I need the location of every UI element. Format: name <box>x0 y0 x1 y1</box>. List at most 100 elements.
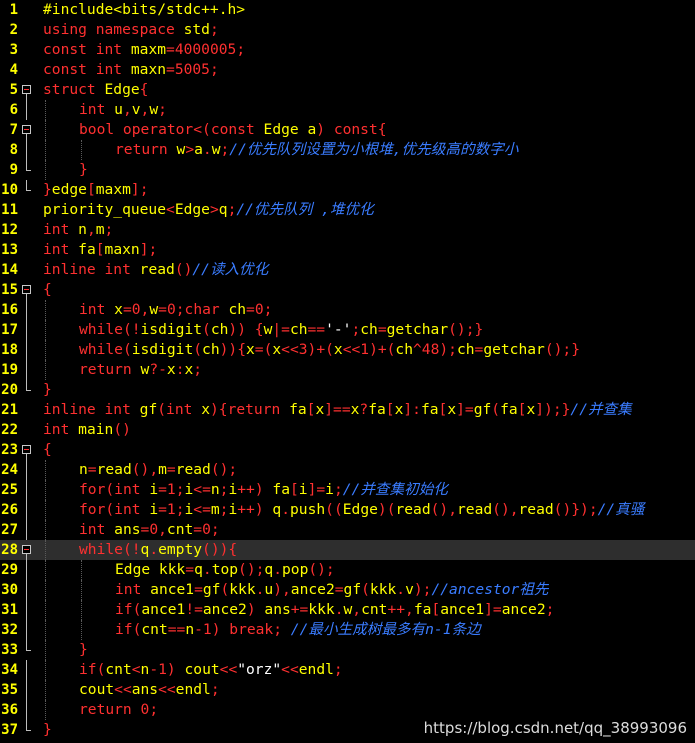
line-number: 13 <box>1 242 18 258</box>
code-line[interactable]: 26 for(int i=1;i<=m;i++) q.push((Edge)(re… <box>0 500 695 520</box>
operator-token: ; <box>545 601 555 618</box>
code-line[interactable]: 17 while(!isdigit(ch)) {w|=ch=='-';ch=get… <box>0 320 695 340</box>
code-line[interactable]: 9} <box>0 160 695 180</box>
code-line[interactable]: 1 #include<bits/stdc++.h> <box>0 0 695 20</box>
line-number: 20 <box>1 382 18 398</box>
identifier-token: x <box>114 301 123 318</box>
operator-token: += <box>290 601 309 618</box>
identifier-token: read <box>395 501 431 518</box>
code-line[interactable]: 24 n=read(),m=read(); <box>0 460 695 480</box>
identifier-token: ans <box>264 601 291 618</box>
keyword-token: int <box>114 481 150 498</box>
indent-guide <box>45 340 46 360</box>
identifier-token: fa <box>420 401 439 418</box>
code-line[interactable]: 13 int fa[maxn]; <box>0 240 695 260</box>
code-line[interactable]: 10}edge[maxm]; <box>0 180 695 200</box>
code-line[interactable]: 31 if(ance1!=ance2) ans+=kkk.w,cnt++,fa[a… <box>0 600 695 620</box>
operator-token: == <box>307 321 326 338</box>
operator-token: )) { <box>228 321 264 338</box>
code-text: } <box>43 720 52 740</box>
code-line[interactable]: 28 while(!q.empty()){ <box>0 540 695 560</box>
operator-token: { <box>139 81 149 98</box>
operator-token: < <box>166 201 175 218</box>
identifier-token: i <box>184 501 194 518</box>
identifier-token: std <box>183 21 210 38</box>
fold-collapse-icon[interactable] <box>22 540 32 560</box>
code-line[interactable]: 6 int u,v,w; <box>0 100 695 120</box>
operator-token: ( <box>361 581 370 598</box>
code-line[interactable]: 2 using namespace std; <box>0 20 695 40</box>
operator-token: ? <box>359 401 369 418</box>
fold-guide-line <box>22 560 32 580</box>
fold-collapse-icon[interactable] <box>22 440 32 460</box>
code-line[interactable]: 12 int n,m; <box>0 220 695 240</box>
code-line[interactable]: 5 struct Edge{ <box>0 80 695 100</box>
line-number: 2 <box>9 22 18 38</box>
line-number: 23 <box>1 442 18 458</box>
identifier-token: ch <box>289 321 308 338</box>
operator-token: ( <box>491 401 501 418</box>
code-line[interactable]: 29 Edge kkk=q.top();q.pop(); <box>0 560 695 580</box>
operator-token: << <box>114 681 132 698</box>
code-line[interactable]: 8 return w>a.w;//优先队列设置为小根堆,优先级高的数字小 <box>0 140 695 160</box>
code-line[interactable]: 32 if(cnt==n-1) break; //最小生成树最多有n-1条边 <box>0 620 695 640</box>
code-line[interactable]: 7 bool operator<(const Edge a) const{ <box>0 120 695 140</box>
indent-guide <box>81 560 82 580</box>
code-line[interactable]: 35 cout<<ans<<endl; <box>0 680 695 700</box>
operator-token: > <box>209 201 219 218</box>
operator-token: ; <box>263 301 273 318</box>
operator-token: . <box>202 141 212 158</box>
line-number: 36 <box>1 702 18 718</box>
identifier-token: n <box>210 481 220 498</box>
code-line[interactable]: 30 int ance1=gf(kkk.u),ance2=gf(kkk.v);//… <box>0 580 695 600</box>
code-line[interactable]: 16 int x=0,w=0;char ch=0; <box>0 300 695 320</box>
fold-collapse-icon[interactable] <box>22 120 32 140</box>
code-line[interactable]: 34 if(cnt<n-1) cout<<"orz"<<endl; <box>0 660 695 680</box>
indent-guide <box>45 120 46 140</box>
operator-token: = <box>194 581 203 598</box>
operator-token: } <box>43 721 52 738</box>
indent-guide <box>81 140 82 160</box>
number-token: 4000005 <box>174 41 237 58</box>
number-token: 1 <box>158 661 167 678</box>
code-line[interactable]: 21 inline int gf(int x){return fa[x]==x?f… <box>0 400 695 420</box>
operator-token: ( <box>157 401 167 418</box>
fold-guide-line <box>22 700 32 720</box>
fold-collapse-icon[interactable] <box>22 80 32 100</box>
code-line[interactable]: 25 for(int i=1;i<=n;i++) fa[i]=i;//并查集初始化 <box>0 480 695 500</box>
code-line[interactable]: 33} <box>0 640 695 660</box>
code-line[interactable]: 19 return w?-x:x; <box>0 360 695 380</box>
line-number: 27 <box>1 522 18 538</box>
code-text: if(ance1!=ance2) ans+=kkk.w,cnt++,fa[anc… <box>115 600 554 620</box>
code-line[interactable]: 15 { <box>0 280 695 300</box>
operator-token: = <box>166 461 176 478</box>
fold-end-marker <box>22 180 32 200</box>
operator-token: ( <box>202 321 211 338</box>
identifier-token: i <box>228 501 238 518</box>
code-line[interactable]: 27 int ans=0,cnt=0; <box>0 520 695 540</box>
code-line[interactable]: 4 const int maxn=5005; <box>0 60 695 80</box>
watermark: https://blog.csdn.net/qq_38993096 <box>423 719 687 737</box>
code-line[interactable]: 36 return 0; <box>0 700 695 720</box>
identifier-token: priority_queue <box>43 201 167 218</box>
code-line[interactable]: 3 const int maxm=4000005; <box>0 40 695 60</box>
code-line[interactable]: 20} <box>0 380 695 400</box>
code-text: #include<bits/stdc++.h> <box>43 0 245 20</box>
string-token: "orz" <box>237 661 282 678</box>
identifier-token: ance1 <box>440 601 485 618</box>
code-line[interactable]: 23 { <box>0 440 695 460</box>
fold-collapse-icon[interactable] <box>22 280 32 300</box>
fold-guide-line <box>22 660 32 680</box>
operator-token: ( <box>105 481 115 498</box>
code-line[interactable]: 11 priority_queue<Edge>q;//优先队列 ,堆优化 <box>0 200 695 220</box>
identifier-token: i <box>228 481 238 498</box>
number-token: 0 <box>140 701 150 718</box>
code-line[interactable]: 18 while(isdigit(ch)){x=(x<<3)+(x<<1)+(ch… <box>0 340 695 360</box>
indent-guide <box>81 600 82 620</box>
line-number: 22 <box>1 422 18 438</box>
operator-token: <= <box>193 481 211 498</box>
code-line[interactable]: 22 int main() <box>0 420 695 440</box>
code-text: for(int i=1;i<=m;i++) q.push((Edge)(read… <box>79 500 644 520</box>
fold-gutter-blank <box>22 40 32 60</box>
code-line[interactable]: 14 inline int read()//读入优化 <box>0 260 695 280</box>
